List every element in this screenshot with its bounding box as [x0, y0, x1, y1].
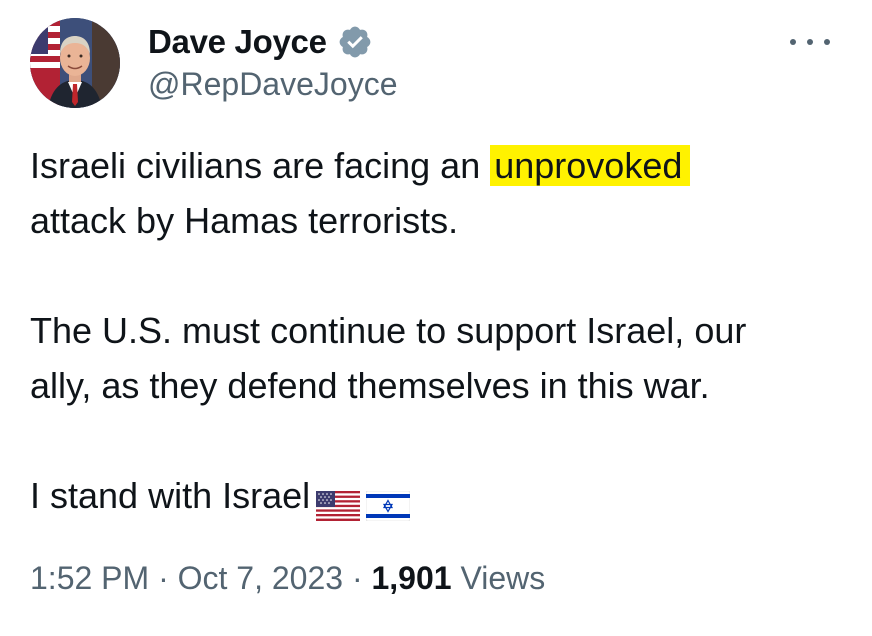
- verified-badge-icon[interactable]: [337, 24, 373, 60]
- tweet-line-3: The U.S. must continue to support Israel…: [30, 310, 747, 351]
- author-name-row: Dave Joyce: [148, 22, 373, 62]
- author-name[interactable]: Dave Joyce: [148, 23, 327, 61]
- tweet-line-4: ally, as they defend themselves in this …: [30, 365, 710, 406]
- meta-separator-2: ·: [351, 560, 363, 596]
- tweet-line-2: attack by Hamas terrorists.: [30, 200, 459, 241]
- tweet-line-5: I stand with Israel: [30, 468, 850, 523]
- tweet: Dave Joyce @RepDaveJoyce Israeli civilia…: [0, 0, 872, 636]
- tweet-text: Israeli civilians are facing an unprovok…: [30, 138, 850, 523]
- tweet-date[interactable]: Oct 7, 2023: [178, 560, 343, 596]
- israel-flag-emoji: [365, 481, 411, 522]
- tweet-line-1-prefix: Israeli civilians are facing an: [30, 145, 491, 186]
- author-handle[interactable]: @RepDaveJoyce: [148, 66, 397, 103]
- highlighted-word: unprovoked: [490, 145, 691, 186]
- tweet-line-1: Israeli civilians are facing an unprovok…: [30, 138, 850, 193]
- flag-emojis: [316, 481, 411, 522]
- more-options-icon[interactable]: [790, 34, 830, 50]
- tweet-time[interactable]: 1:52 PM: [30, 560, 149, 596]
- avatar-image: [30, 18, 120, 108]
- views-label: Views: [460, 560, 546, 596]
- tweet-line-5-text: I stand with Israel: [30, 475, 311, 516]
- avatar[interactable]: [30, 18, 120, 108]
- views-count[interactable]: 1,901: [371, 560, 451, 596]
- us-flag-emoji: [316, 481, 361, 522]
- tweet-meta: 1:52 PM · Oct 7, 2023 · 1,901 Views: [30, 560, 545, 597]
- meta-separator: ·: [158, 560, 169, 596]
